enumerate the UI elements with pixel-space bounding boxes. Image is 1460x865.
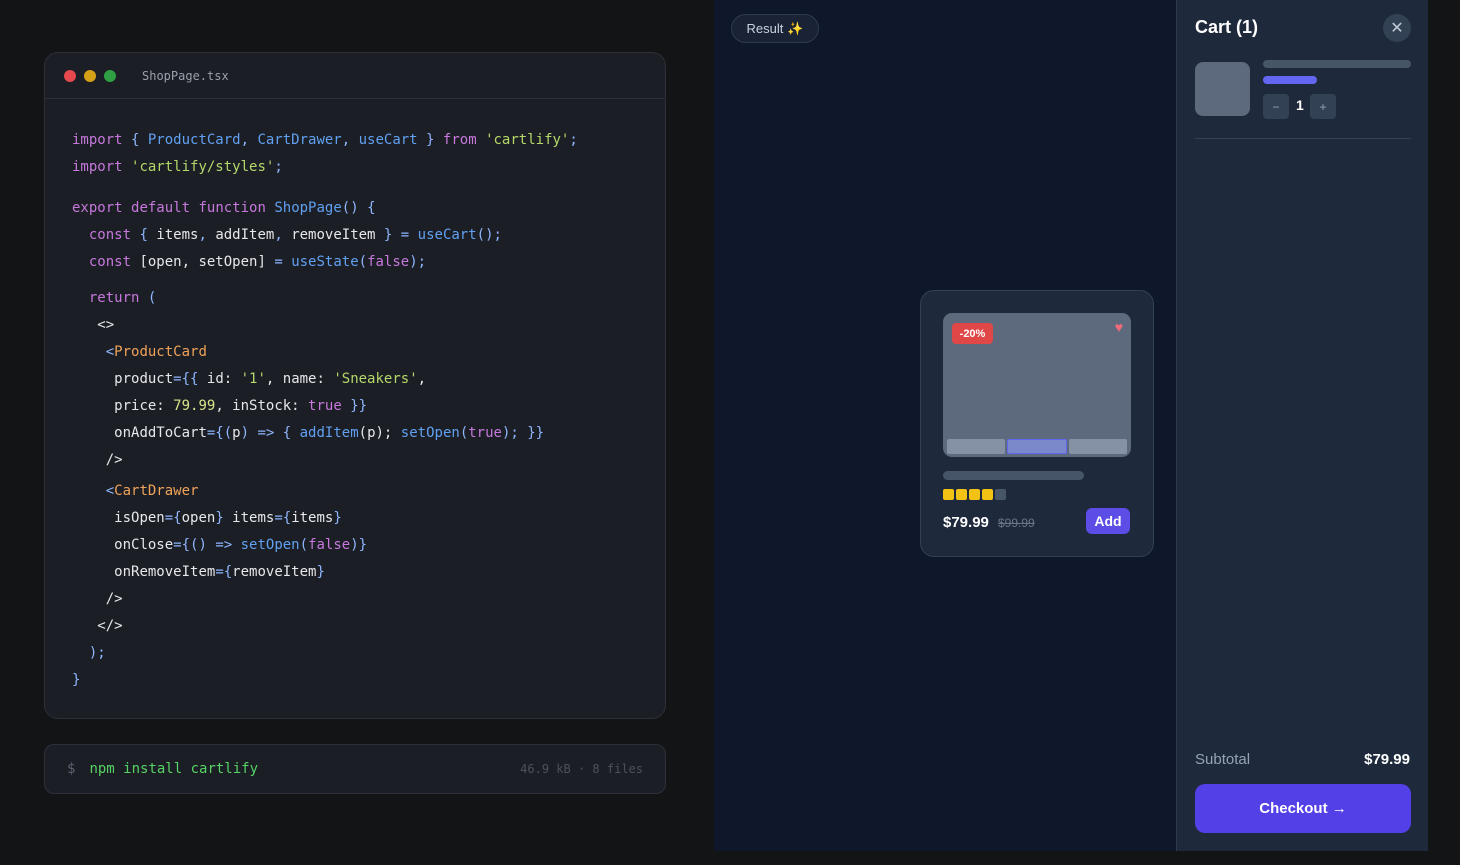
- thumbnail-3[interactable]: [1069, 439, 1127, 454]
- image-thumbnail-strip: [947, 439, 1127, 454]
- product-old-price: $99.99: [998, 516, 1035, 530]
- close-icon[interactable]: ✕: [1383, 14, 1411, 42]
- checkout-button[interactable]: Checkout →: [1195, 784, 1411, 833]
- code-line: );: [72, 645, 106, 661]
- product-card: -20% ♥ $79.99 $99.99 Add: [920, 290, 1154, 557]
- code-line: </>: [97, 618, 123, 634]
- cart-drawer: Cart (1) ✕ − 1 + Subtotal $79.99 Checkou…: [1176, 0, 1428, 851]
- star-icon: [995, 489, 1006, 500]
- code-line: import 'cartlify/styles';: [72, 159, 283, 175]
- code-line: onRemoveItem={removeItem}: [114, 564, 325, 580]
- increase-quantity-button[interactable]: +: [1310, 94, 1336, 119]
- cart-item-price-placeholder: [1263, 76, 1317, 84]
- code-line: <CartDrawer: [72, 483, 199, 499]
- code-line: onClose={() => setOpen(false)}: [114, 537, 368, 553]
- discount-badge: -20%: [952, 323, 993, 344]
- subtotal-value: $79.99: [1364, 751, 1410, 768]
- product-name-placeholder: [943, 471, 1084, 480]
- code-line: const { items, addItem, removeItem } = u…: [88, 227, 502, 243]
- sparkle-icon: ✨: [787, 20, 804, 36]
- wishlist-heart-icon[interactable]: ♥: [1115, 319, 1123, 335]
- package-size-meta: 46.9 kB · 8 files: [520, 762, 643, 776]
- code-line: const [open, setOpen] = useState(false);: [88, 254, 427, 270]
- code-line: import { ProductCard, CartDrawer, useCar…: [72, 132, 578, 148]
- star-icon: [969, 489, 980, 500]
- code-line: product={{ id: '1', name: 'Sneakers',: [114, 371, 427, 387]
- cart-item-image: [1195, 62, 1250, 116]
- terminal-command[interactable]: npm install cartlify: [89, 761, 258, 777]
- terminal-install-bar: $ npm install cartlify 46.9 kB · 8 files: [44, 744, 666, 794]
- code-line: <>: [97, 317, 115, 333]
- star-icon: [982, 489, 993, 500]
- subtotal-label: Subtotal: [1195, 751, 1251, 768]
- code-line: />: [105, 452, 123, 468]
- result-preview: Result ✨ -20% ♥ $79.99 $99.99 Add: [714, 0, 1176, 851]
- terminal-prompt: $: [67, 761, 76, 777]
- code-line: onAddToCart={(p) => { addItem(p); setOpe…: [114, 425, 545, 441]
- code-editor-panel: ShopPage.tsx import { ProductCard, CartD…: [44, 52, 666, 719]
- code-line: />: [105, 591, 123, 607]
- code-line: isOpen={open} items={items}: [114, 510, 342, 526]
- code-line: export default function ShopPage() {: [72, 200, 376, 216]
- cart-divider: [1195, 138, 1411, 139]
- star-icon: [956, 489, 967, 500]
- thumbnail-2-active[interactable]: [1007, 439, 1067, 454]
- star-rating: [943, 489, 1006, 500]
- cart-item-name-placeholder: [1263, 60, 1411, 68]
- result-label: Result: [746, 21, 784, 36]
- code-line: return (: [88, 290, 157, 306]
- code-line: <ProductCard: [72, 344, 207, 360]
- star-icon: [943, 489, 954, 500]
- code-line: }: [72, 672, 81, 688]
- code-body[interactable]: import { ProductCard, CartDrawer, useCar…: [72, 53, 665, 718]
- cart-title: Cart (1): [1195, 17, 1259, 37]
- product-image: -20% ♥: [943, 313, 1131, 457]
- decrease-quantity-button[interactable]: −: [1263, 94, 1289, 119]
- add-to-cart-button[interactable]: Add: [1086, 508, 1130, 534]
- cart-item-quantity: 1: [1296, 97, 1304, 113]
- result-label-pill: Result ✨: [731, 14, 819, 43]
- product-price: $79.99: [943, 514, 989, 531]
- thumbnail-1[interactable]: [947, 439, 1005, 454]
- code-line: price: 79.99, inStock: true }}: [114, 398, 368, 414]
